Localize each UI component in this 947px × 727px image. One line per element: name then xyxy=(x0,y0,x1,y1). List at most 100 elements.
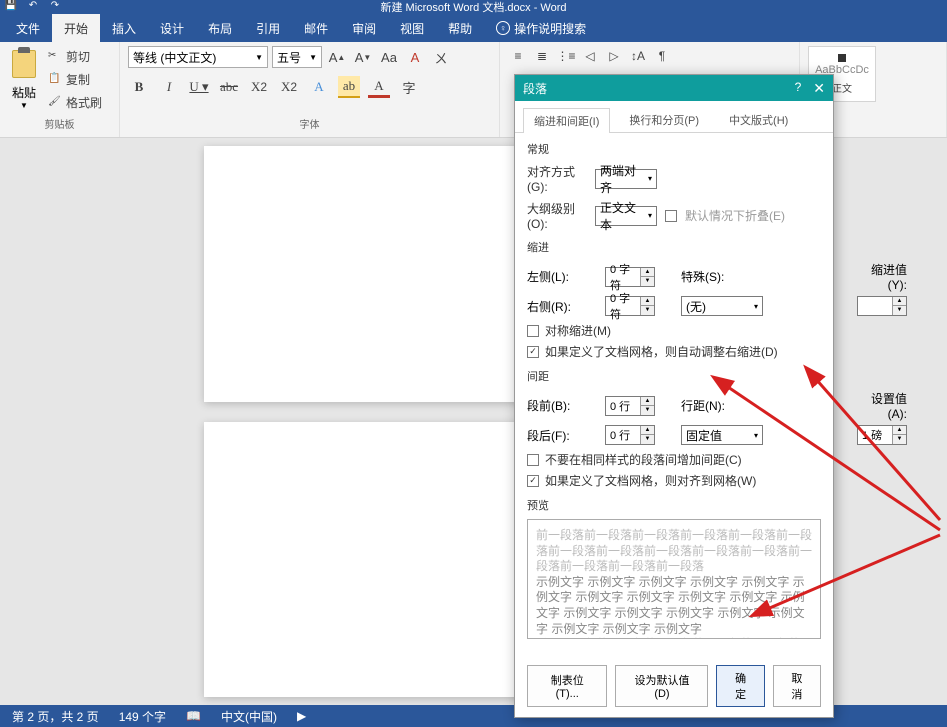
up-icon[interactable]: ▲ xyxy=(641,297,654,306)
cut-button[interactable]: ✂剪切 xyxy=(44,46,106,67)
no-space-checkbox[interactable] xyxy=(527,454,539,466)
section-indent: 缩进 xyxy=(527,239,821,255)
tab-chinese-layout[interactable]: 中文版式(H) xyxy=(718,107,799,132)
down-icon[interactable]: ▼ xyxy=(641,435,654,444)
strikethrough-button[interactable]: abc xyxy=(218,76,240,98)
menu-review[interactable]: 审阅 xyxy=(340,14,388,43)
up-icon[interactable]: ▲ xyxy=(641,426,654,435)
increase-indent-button[interactable]: ▷ xyxy=(604,46,624,66)
copy-button[interactable]: 📋复制 xyxy=(44,69,106,90)
sort-button[interactable]: ↕A xyxy=(628,46,648,66)
chevron-down-icon: ▾ xyxy=(754,431,758,440)
up-icon[interactable]: ▲ xyxy=(893,426,906,435)
decrease-indent-button[interactable]: ◁ xyxy=(580,46,600,66)
default-button[interactable]: 设为默认值(D) xyxy=(615,665,708,707)
special-select[interactable]: (无) ▾ xyxy=(681,296,763,316)
dialog-titlebar[interactable]: 段落 ? ✕ xyxy=(515,75,833,101)
format-painter-button[interactable]: 🖌格式刷 xyxy=(44,92,106,113)
outline-select[interactable]: 正文文本 ▾ xyxy=(595,206,657,226)
menu-design[interactable]: 设计 xyxy=(148,14,196,43)
menu-file[interactable]: 文件 xyxy=(4,14,52,43)
down-icon[interactable]: ▼ xyxy=(641,406,654,415)
undo-icon[interactable]: ↶ xyxy=(26,0,40,14)
after-label: 段后(F): xyxy=(527,427,597,444)
menu-insert[interactable]: 插入 xyxy=(100,14,148,43)
help-icon[interactable]: ? xyxy=(795,80,802,97)
set-value-spinner[interactable]: 1 磅 ▲▼ xyxy=(857,425,907,445)
snap-grid-checkbox[interactable] xyxy=(527,475,539,487)
font-group: 等线 (中文正文) ▼ 五号 ▼ A▲ A▼ Aa A ㄨ B I U ▾ ab… xyxy=(120,42,500,137)
ok-button[interactable]: 确定 xyxy=(716,665,764,707)
redo-icon[interactable]: ↷ xyxy=(48,0,62,14)
cancel-button[interactable]: 取消 xyxy=(773,665,821,707)
indent-value-spinner[interactable]: ▲▼ xyxy=(857,296,907,316)
clipboard-label: 剪贴板 xyxy=(8,116,111,133)
clipboard-group: 粘贴 ▼ ✂剪切 📋复制 🖌格式刷 剪贴板 xyxy=(0,42,120,137)
language[interactable]: 中文(中国) xyxy=(221,708,277,725)
underline-button[interactable]: U ▾ xyxy=(188,76,210,98)
after-spinner[interactable]: 0 行 ▲▼ xyxy=(605,425,655,445)
tabs-button[interactable]: 制表位(T)... xyxy=(527,665,607,707)
down-icon[interactable]: ▼ xyxy=(893,306,906,315)
word-count[interactable]: 149 个字 xyxy=(119,708,166,725)
before-label: 段前(B): xyxy=(527,397,597,414)
close-icon[interactable]: ✕ xyxy=(813,80,825,97)
section-preview: 预览 xyxy=(527,497,821,513)
menu-help[interactable]: 帮助 xyxy=(436,14,484,43)
font-size-select[interactable]: 五号 ▼ xyxy=(272,46,322,68)
menu-layout[interactable]: 布局 xyxy=(196,14,244,43)
tell-me[interactable]: ♀ 操作说明搜索 xyxy=(484,14,598,43)
change-case-button[interactable]: Aa xyxy=(378,46,400,68)
window-title: 新建 Microsoft Word 文档.docx - Word xyxy=(380,0,566,15)
down-icon[interactable]: ▼ xyxy=(893,435,906,444)
tab-indent-spacing[interactable]: 缩进和间距(I) xyxy=(523,108,610,133)
tab-line-breaks[interactable]: 换行和分页(P) xyxy=(618,107,710,132)
superscript-button[interactable]: X2 xyxy=(278,76,300,98)
down-icon[interactable]: ▼ xyxy=(641,306,654,315)
mirror-checkbox[interactable] xyxy=(527,325,539,337)
right-indent-spinner[interactable]: 0 字符 ▲▼ xyxy=(605,296,655,316)
menubar: 文件 开始 插入 设计 布局 引用 邮件 审阅 视图 帮助 ♀ 操作说明搜索 xyxy=(0,14,947,42)
menu-view[interactable]: 视图 xyxy=(388,14,436,43)
paste-button[interactable]: 粘贴 ▼ xyxy=(8,46,40,114)
up-icon[interactable]: ▲ xyxy=(641,268,654,277)
up-icon[interactable]: ▲ xyxy=(893,297,906,306)
shrink-font-button[interactable]: A▼ xyxy=(352,46,374,68)
page-count[interactable]: 第 2 页，共 2 页 xyxy=(12,708,99,725)
menu-home[interactable]: 开始 xyxy=(52,14,100,43)
up-icon[interactable]: ▲ xyxy=(641,397,654,406)
spellcheck-icon[interactable]: 📖 xyxy=(186,709,201,723)
save-icon[interactable]: 💾 xyxy=(4,0,18,14)
menu-mailings[interactable]: 邮件 xyxy=(292,14,340,43)
numbering-button[interactable]: ≣ xyxy=(532,46,552,66)
multilevel-button[interactable]: ⋮≡ xyxy=(556,46,576,66)
chevron-down-icon: ▾ xyxy=(648,211,652,220)
menu-references[interactable]: 引用 xyxy=(244,14,292,43)
grow-font-button[interactable]: A▲ xyxy=(326,46,348,68)
font-name-select[interactable]: 等线 (中文正文) ▼ xyxy=(128,46,268,68)
phonetic-guide-button[interactable]: ㄨ xyxy=(430,46,452,68)
italic-button[interactable]: I xyxy=(158,76,180,98)
before-spinner[interactable]: 0 行 ▲▼ xyxy=(605,396,655,416)
font-color-button[interactable]: A xyxy=(368,76,390,98)
show-marks-button[interactable]: ¶ xyxy=(652,46,672,66)
chevron-down-icon: ▾ xyxy=(648,174,652,183)
subscript-button[interactable]: X2 xyxy=(248,76,270,98)
section-spacing: 间距 xyxy=(527,368,821,384)
character-border-button[interactable]: 字 xyxy=(398,76,420,98)
brush-icon: 🖌 xyxy=(48,96,62,110)
special-label: 特殊(S): xyxy=(681,268,751,285)
text-effects-button[interactable]: A xyxy=(308,76,330,98)
section-general: 常规 xyxy=(527,141,821,157)
bold-button[interactable]: B xyxy=(128,76,150,98)
left-indent-spinner[interactable]: 0 字符 ▲▼ xyxy=(605,267,655,287)
bullets-button[interactable]: ≡ xyxy=(508,46,528,66)
collapse-checkbox[interactable] xyxy=(665,210,677,222)
line-spacing-select[interactable]: 固定值 ▾ xyxy=(681,425,763,445)
auto-adjust-checkbox[interactable] xyxy=(527,346,539,358)
alignment-select[interactable]: 两端对齐 ▾ xyxy=(595,169,657,189)
highlight-button[interactable]: ab xyxy=(338,76,360,98)
clear-format-button[interactable]: A xyxy=(404,46,426,68)
down-icon[interactable]: ▼ xyxy=(641,277,654,286)
macro-icon[interactable]: ▶ xyxy=(297,709,306,723)
